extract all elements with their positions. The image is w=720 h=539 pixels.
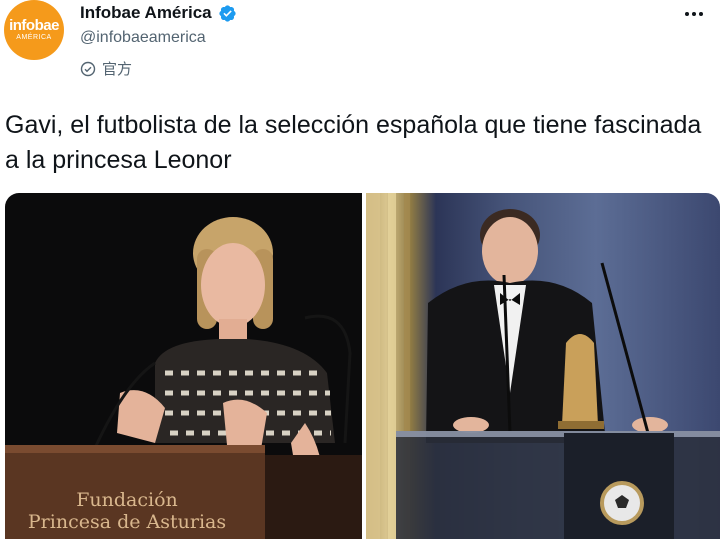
trophy-base — [558, 421, 604, 429]
more-dot — [699, 12, 703, 16]
official-label-row: 官方 — [80, 58, 132, 79]
gold-stripe — [388, 193, 396, 539]
tweet-header: infobae AMÉRICA Infobae América @infobae… — [0, 0, 720, 90]
lectern-inscription: Fundación Princesa de Asturias — [17, 489, 237, 533]
right-hand — [632, 417, 668, 433]
lectern-side — [265, 455, 362, 539]
gold-stripe — [366, 193, 380, 539]
photo-princess-speech[interactable]: Fundación Princesa de Asturias — [5, 193, 362, 539]
lectern-line-1: Fundación — [76, 489, 178, 511]
trophy-shape — [562, 334, 598, 425]
verified-badge-icon — [219, 4, 236, 22]
photo-footballer-award[interactable] — [366, 193, 720, 539]
princess-photo-illustration — [5, 217, 362, 539]
avatar[interactable]: infobae AMÉRICA — [4, 0, 64, 60]
more-dot — [692, 12, 696, 16]
face-shape — [482, 217, 538, 285]
more-dot — [685, 12, 689, 16]
display-name[interactable]: Infobae América — [80, 3, 212, 23]
tweet-text: Gavi, el futbolista de la selección espa… — [5, 111, 702, 174]
name-row: Infobae América — [80, 3, 237, 23]
official-label: 官方 — [102, 61, 133, 78]
left-hand — [453, 417, 489, 433]
check-circle-icon — [80, 61, 96, 76]
face-shape — [201, 243, 265, 327]
more-button[interactable] — [680, 4, 708, 24]
tweet-media[interactable]: Fundación Princesa de Asturias — [5, 193, 720, 539]
lectern-edge — [5, 445, 265, 453]
lectern-line-2: Princesa de Asturias — [27, 511, 227, 533]
footballer-photo-illustration — [366, 193, 720, 539]
avatar-region-text: AMÉRICA — [16, 34, 52, 41]
avatar-brand-text: infobae — [9, 17, 59, 34]
account-handle[interactable]: @infobaeamerica — [80, 29, 206, 47]
microphone-stem-right — [600, 262, 650, 434]
